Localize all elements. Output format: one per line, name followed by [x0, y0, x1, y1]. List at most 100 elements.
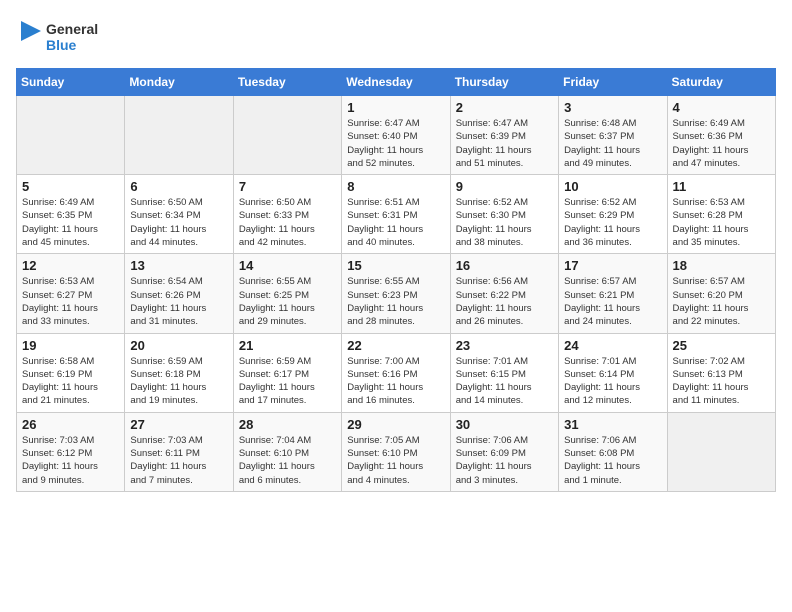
- day-info: Sunrise: 6:52 AM Sunset: 6:30 PM Dayligh…: [456, 196, 553, 249]
- calendar-cell: 30 Sunrise: 7:06 AM Sunset: 6:09 PM Dayli…: [450, 412, 558, 491]
- day-number: 16: [456, 258, 553, 273]
- day-info: Sunrise: 7:00 AM Sunset: 6:16 PM Dayligh…: [347, 355, 444, 408]
- day-info: Sunrise: 7:03 AM Sunset: 6:12 PM Dayligh…: [22, 434, 119, 487]
- weekday-header-saturday: Saturday: [667, 69, 775, 96]
- day-number: 30: [456, 417, 553, 432]
- day-info: Sunrise: 6:52 AM Sunset: 6:29 PM Dayligh…: [564, 196, 661, 249]
- day-info: Sunrise: 7:02 AM Sunset: 6:13 PM Dayligh…: [673, 355, 770, 408]
- day-info: Sunrise: 6:47 AM Sunset: 6:39 PM Dayligh…: [456, 117, 553, 170]
- day-info: Sunrise: 7:01 AM Sunset: 6:14 PM Dayligh…: [564, 355, 661, 408]
- calendar-cell: 5Sunrise: 6:49 AM Sunset: 6:35 PM Daylig…: [17, 175, 125, 254]
- calendar-week-5: 26 Sunrise: 7:03 AM Sunset: 6:12 PM Dayli…: [17, 412, 776, 491]
- day-info: Sunrise: 6:48 AM Sunset: 6:37 PM Dayligh…: [564, 117, 661, 170]
- calendar-cell: 11 Sunrise: 6:53 AM Sunset: 6:28 PM Dayli…: [667, 175, 775, 254]
- day-number: 17: [564, 258, 661, 273]
- day-number: 29: [347, 417, 444, 432]
- calendar-cell: 8 Sunrise: 6:51 AM Sunset: 6:31 PM Daylig…: [342, 175, 450, 254]
- calendar-cell: 13 Sunrise: 6:54 AM Sunset: 6:26 PM Dayli…: [125, 254, 233, 333]
- day-number: 22: [347, 338, 444, 353]
- calendar-cell: 12 Sunrise: 6:53 AM Sunset: 6:27 PM Dayli…: [17, 254, 125, 333]
- day-number: 21: [239, 338, 336, 353]
- calendar-cell: 27Sunrise: 7:03 AM Sunset: 6:11 PM Dayli…: [125, 412, 233, 491]
- day-info: Sunrise: 6:47 AM Sunset: 6:40 PM Dayligh…: [347, 117, 444, 170]
- day-info: Sunrise: 6:59 AM Sunset: 6:17 PM Dayligh…: [239, 355, 336, 408]
- calendar-cell: 28 Sunrise: 7:04 AM Sunset: 6:10 PM Dayli…: [233, 412, 341, 491]
- day-info: Sunrise: 6:58 AM Sunset: 6:19 PM Dayligh…: [22, 355, 119, 408]
- calendar-cell: 24 Sunrise: 7:01 AM Sunset: 6:14 PM Dayli…: [559, 333, 667, 412]
- calendar-cell: 17 Sunrise: 6:57 AM Sunset: 6:21 PM Dayli…: [559, 254, 667, 333]
- calendar-cell: [125, 96, 233, 175]
- day-info: Sunrise: 6:57 AM Sunset: 6:21 PM Dayligh…: [564, 275, 661, 328]
- day-number: 27: [130, 417, 227, 432]
- day-number: 4: [673, 100, 770, 115]
- day-number: 25: [673, 338, 770, 353]
- day-number: 9: [456, 179, 553, 194]
- day-info: Sunrise: 7:01 AM Sunset: 6:15 PM Dayligh…: [456, 355, 553, 408]
- svg-text:Blue: Blue: [46, 37, 77, 53]
- calendar-cell: 31Sunrise: 7:06 AM Sunset: 6:08 PM Dayli…: [559, 412, 667, 491]
- calendar-cell: 6 Sunrise: 6:50 AM Sunset: 6:34 PM Daylig…: [125, 175, 233, 254]
- calendar-cell: 20Sunrise: 6:59 AM Sunset: 6:18 PM Dayli…: [125, 333, 233, 412]
- day-number: 12: [22, 258, 119, 273]
- weekday-header-monday: Monday: [125, 69, 233, 96]
- day-number: 1: [347, 100, 444, 115]
- day-info: Sunrise: 6:51 AM Sunset: 6:31 PM Dayligh…: [347, 196, 444, 249]
- calendar-cell: 21 Sunrise: 6:59 AM Sunset: 6:17 PM Dayli…: [233, 333, 341, 412]
- calendar-week-1: 1 Sunrise: 6:47 AM Sunset: 6:40 PM Daylig…: [17, 96, 776, 175]
- day-number: 3: [564, 100, 661, 115]
- day-number: 15: [347, 258, 444, 273]
- page-header: GeneralBlue: [16, 16, 776, 56]
- calendar-cell: 26 Sunrise: 7:03 AM Sunset: 6:12 PM Dayli…: [17, 412, 125, 491]
- calendar-cell: [17, 96, 125, 175]
- day-number: 11: [673, 179, 770, 194]
- day-number: 7: [239, 179, 336, 194]
- weekday-header-sunday: Sunday: [17, 69, 125, 96]
- calendar-cell: [233, 96, 341, 175]
- day-info: Sunrise: 6:53 AM Sunset: 6:28 PM Dayligh…: [673, 196, 770, 249]
- calendar-week-3: 12 Sunrise: 6:53 AM Sunset: 6:27 PM Dayli…: [17, 254, 776, 333]
- calendar-cell: 1 Sunrise: 6:47 AM Sunset: 6:40 PM Daylig…: [342, 96, 450, 175]
- day-info: Sunrise: 6:53 AM Sunset: 6:27 PM Dayligh…: [22, 275, 119, 328]
- day-number: 6: [130, 179, 227, 194]
- weekday-header-wednesday: Wednesday: [342, 69, 450, 96]
- day-info: Sunrise: 6:50 AM Sunset: 6:33 PM Dayligh…: [239, 196, 336, 249]
- calendar-cell: 18 Sunrise: 6:57 AM Sunset: 6:20 PM Dayli…: [667, 254, 775, 333]
- calendar-cell: 14 Sunrise: 6:55 AM Sunset: 6:25 PM Dayli…: [233, 254, 341, 333]
- day-number: 19: [22, 338, 119, 353]
- calendar-cell: 3 Sunrise: 6:48 AM Sunset: 6:37 PM Daylig…: [559, 96, 667, 175]
- day-number: 18: [673, 258, 770, 273]
- day-number: 28: [239, 417, 336, 432]
- calendar-cell: 29 Sunrise: 7:05 AM Sunset: 6:10 PM Dayli…: [342, 412, 450, 491]
- calendar-cell: 23 Sunrise: 7:01 AM Sunset: 6:15 PM Dayli…: [450, 333, 558, 412]
- day-number: 26: [22, 417, 119, 432]
- day-info: Sunrise: 6:50 AM Sunset: 6:34 PM Dayligh…: [130, 196, 227, 249]
- calendar-cell: 10Sunrise: 6:52 AM Sunset: 6:29 PM Dayli…: [559, 175, 667, 254]
- day-info: Sunrise: 7:06 AM Sunset: 6:09 PM Dayligh…: [456, 434, 553, 487]
- calendar-header-row: SundayMondayTuesdayWednesdayThursdayFrid…: [17, 69, 776, 96]
- day-number: 13: [130, 258, 227, 273]
- day-number: 24: [564, 338, 661, 353]
- day-number: 5: [22, 179, 119, 194]
- calendar-cell: 9 Sunrise: 6:52 AM Sunset: 6:30 PM Daylig…: [450, 175, 558, 254]
- calendar-week-2: 5Sunrise: 6:49 AM Sunset: 6:35 PM Daylig…: [17, 175, 776, 254]
- day-info: Sunrise: 6:56 AM Sunset: 6:22 PM Dayligh…: [456, 275, 553, 328]
- calendar-table: SundayMondayTuesdayWednesdayThursdayFrid…: [16, 68, 776, 492]
- calendar-cell: 2Sunrise: 6:47 AM Sunset: 6:39 PM Daylig…: [450, 96, 558, 175]
- day-info: Sunrise: 6:54 AM Sunset: 6:26 PM Dayligh…: [130, 275, 227, 328]
- day-number: 14: [239, 258, 336, 273]
- svg-text:General: General: [46, 21, 98, 37]
- day-number: 23: [456, 338, 553, 353]
- day-number: 31: [564, 417, 661, 432]
- day-info: Sunrise: 6:55 AM Sunset: 6:23 PM Dayligh…: [347, 275, 444, 328]
- day-info: Sunrise: 7:05 AM Sunset: 6:10 PM Dayligh…: [347, 434, 444, 487]
- calendar-cell: 15 Sunrise: 6:55 AM Sunset: 6:23 PM Dayli…: [342, 254, 450, 333]
- day-info: Sunrise: 6:55 AM Sunset: 6:25 PM Dayligh…: [239, 275, 336, 328]
- day-info: Sunrise: 6:57 AM Sunset: 6:20 PM Dayligh…: [673, 275, 770, 328]
- weekday-header-tuesday: Tuesday: [233, 69, 341, 96]
- calendar-cell: 16 Sunrise: 6:56 AM Sunset: 6:22 PM Dayli…: [450, 254, 558, 333]
- logo: GeneralBlue: [16, 16, 106, 56]
- day-info: Sunrise: 7:04 AM Sunset: 6:10 PM Dayligh…: [239, 434, 336, 487]
- day-number: 8: [347, 179, 444, 194]
- calendar-cell: 22 Sunrise: 7:00 AM Sunset: 6:16 PM Dayli…: [342, 333, 450, 412]
- calendar-cell: 25 Sunrise: 7:02 AM Sunset: 6:13 PM Dayli…: [667, 333, 775, 412]
